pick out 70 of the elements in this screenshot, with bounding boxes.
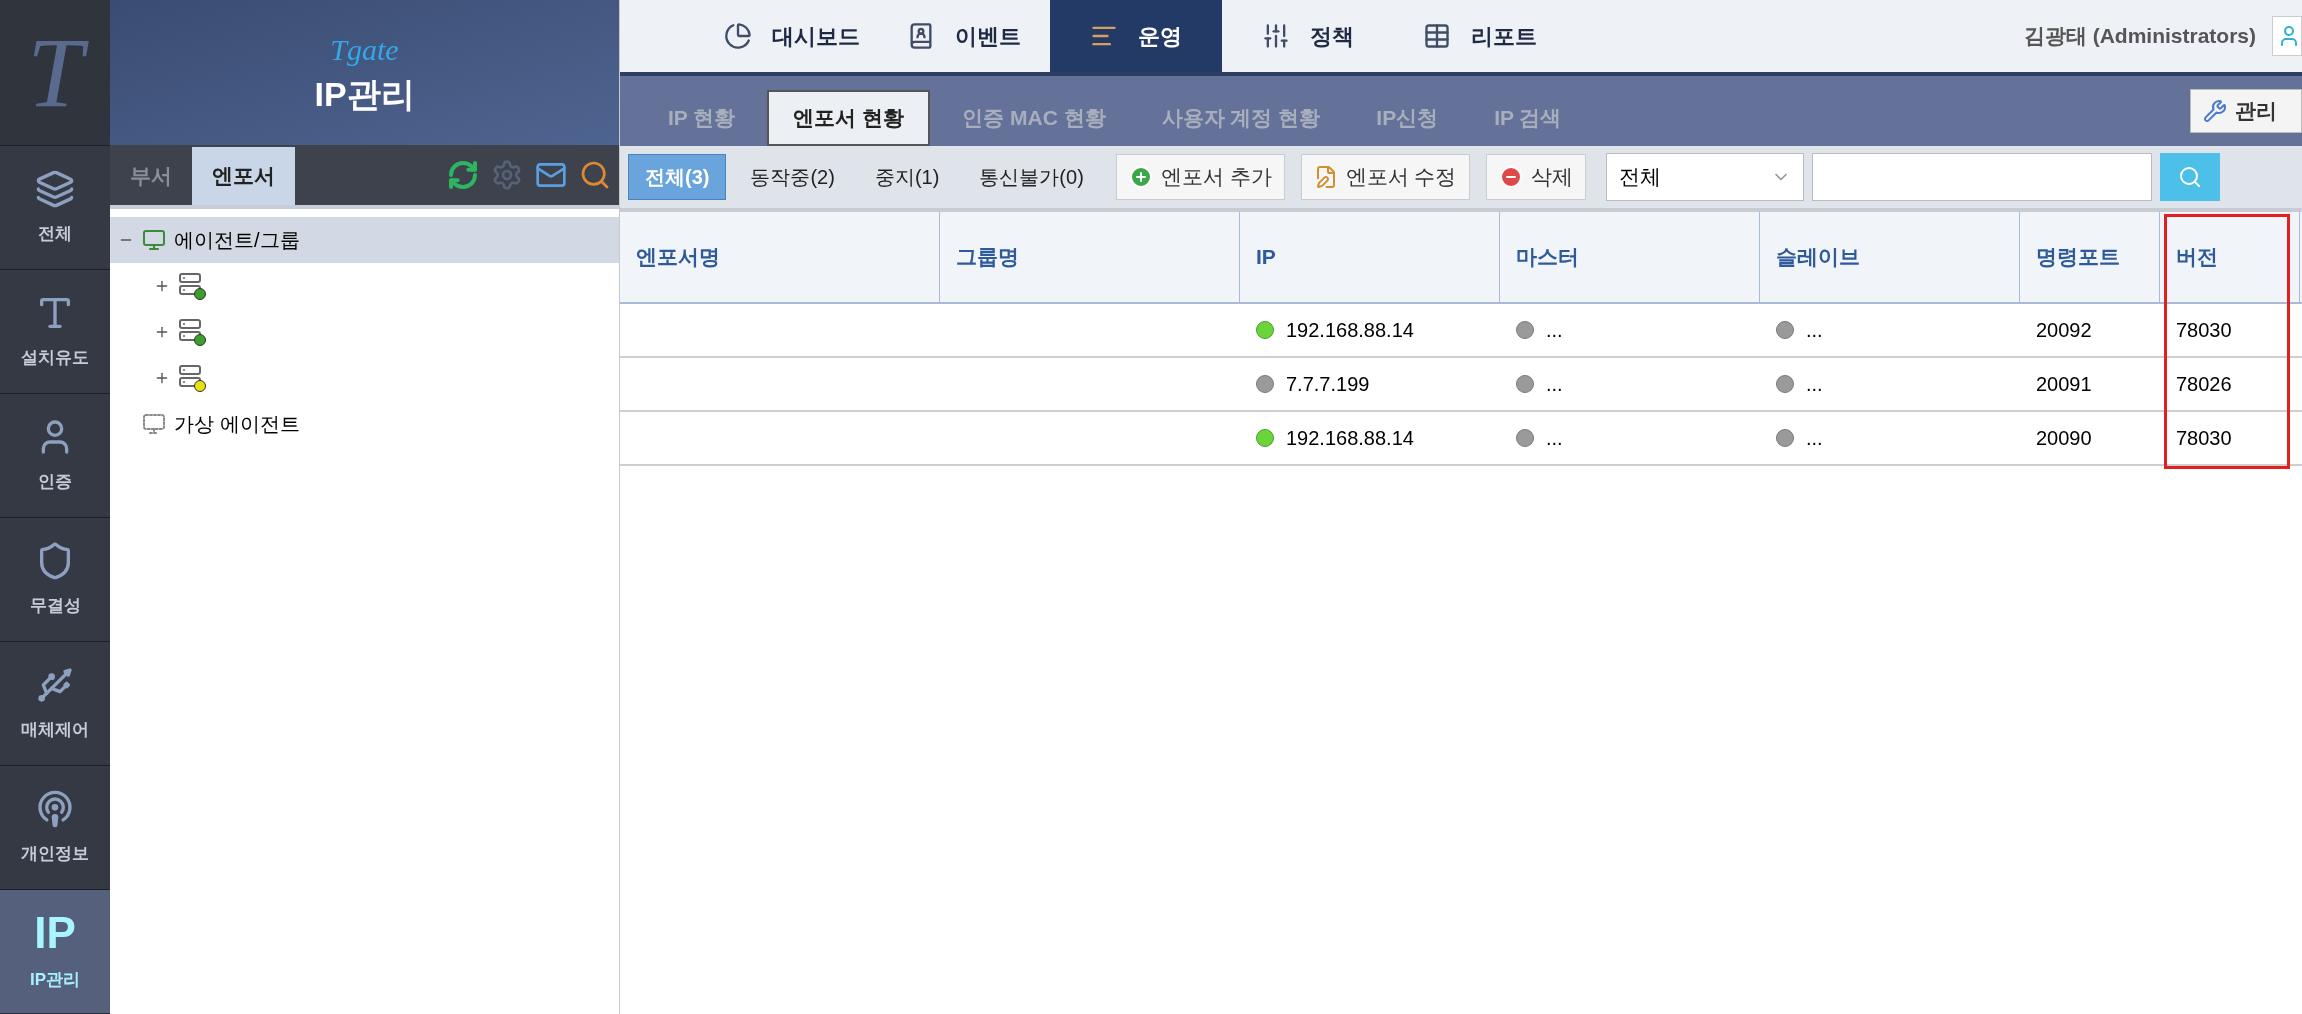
search-button[interactable] [2159,153,2220,201]
column-header: 버전 [2160,212,2300,302]
action-button[interactable]: 엔포서 추가 [1115,154,1285,200]
table-cell-text: 78026 [2176,372,2232,397]
rail-item[interactable]: 매체제어 [0,641,110,765]
nav-tab[interactable]: 리포트 [1394,0,1566,72]
table-cell-text: 20092 [2036,318,2092,343]
nav-tab[interactable]: 정책 [1222,0,1394,72]
table-cell-text: ... [1806,426,1823,451]
column-header: IP [1240,212,1500,302]
sub-tab[interactable]: 엔포서 현황 [767,90,931,146]
search-icon[interactable] [579,159,611,191]
table-cell-text: 20090 [2036,426,2092,451]
panel-title: IP관리 [314,76,415,111]
pie-chart-icon [724,22,752,50]
brand-logo: Tgate [330,34,399,65]
rail-item[interactable]: 전체 [0,145,110,269]
table-cell-text: 78030 [2176,318,2232,343]
sliders-icon [1262,22,1290,50]
computer-icon [142,228,166,252]
scope-select[interactable]: 전체 [1605,153,1804,201]
expand-icon[interactable] [154,324,170,340]
table-cell-text: ... [1546,426,1563,451]
table-cell-text: 78030 [2176,426,2232,451]
filter-tab[interactable]: 동작중(2) [734,154,851,200]
ip-logo: IP [34,910,76,955]
rail-item[interactable]: 무결성 [0,517,110,641]
rail-item[interactable]: 인증 [0,393,110,517]
app-logo: T [11,12,99,133]
rail-item[interactable]: IP IP관리 [0,889,110,1013]
table-cell-text: ... [1546,372,1563,397]
rail-item[interactable]: 설치유도 [0,269,110,393]
user-name: 김광태 (Administrators) [2023,23,2257,50]
add-icon [1128,165,1153,189]
table-cell-text: 7.7.7.199 [1286,372,1370,397]
admin-button[interactable]: 관리 [2190,89,2302,133]
table-cell-text: 192.168.88.14 [1286,426,1414,451]
nav-tab[interactable]: 운영 [1050,0,1222,72]
grid-icon [1423,22,1451,50]
table-cell-text: 20091 [2036,372,2092,397]
table-cell-text: ... [1546,318,1563,343]
rail-item[interactable]: 개인정보 [0,765,110,889]
computer-icon [142,412,166,436]
table-cell-text: ... [1806,318,1823,343]
signal-person-icon [35,788,75,829]
expand-icon[interactable] [154,370,170,386]
delete-icon [1498,165,1523,189]
layers-icon [35,168,75,209]
nav-tab[interactable]: 이벤트 [878,0,1050,72]
search-field[interactable] [1811,153,2152,201]
filter-tab[interactable]: 통신불가(0) [963,154,1100,200]
wrench-icon [2203,99,2227,123]
tree-item[interactable]: 가상 에이전트 [174,409,300,439]
column-header: 마스터 [1500,212,1760,302]
column-header: 슬레이브 [1760,212,2020,302]
action-button[interactable]: 삭제 [1485,154,1586,200]
refresh-icon[interactable] [447,159,479,191]
filter-tab[interactable]: 중지(1) [858,154,956,200]
table-cell-text: 192.168.88.14 [1286,318,1414,343]
panel-tab[interactable]: 엔포서 [192,147,295,205]
expand-icon[interactable] [154,278,170,294]
column-header: 명령포트 [2020,212,2160,302]
nav-tab[interactable]: 대시보드 [706,0,878,72]
user-icon-button[interactable] [2272,16,2302,56]
tree-item[interactable]: 에이전트/그룹 [174,225,300,255]
search-icon [2177,165,2202,189]
column-header: 그룹명 [940,212,1240,302]
table-cell-text: ... [1806,372,1823,397]
column-header: 엔포서명 [620,212,940,302]
action-button[interactable]: 엔포서 수정 [1300,154,1470,200]
